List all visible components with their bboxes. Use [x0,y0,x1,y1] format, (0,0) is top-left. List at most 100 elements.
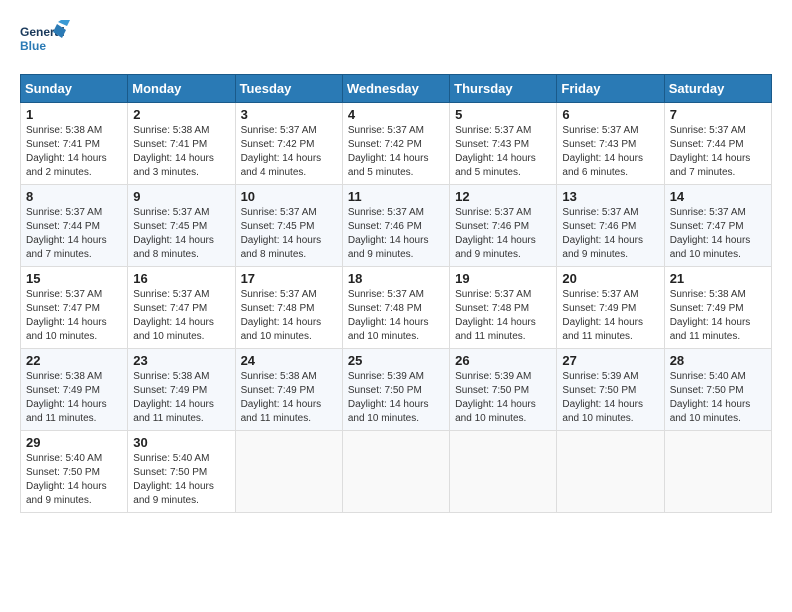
header-saturday: Saturday [664,75,771,103]
day-info: Sunrise: 5:37 AMSunset: 7:46 PMDaylight:… [348,206,444,262]
calendar-cell: 10 Sunrise: 5:37 AMSunset: 7:45 PMDaylig… [235,185,342,267]
calendar-cell [557,431,664,513]
day-info: Sunrise: 5:37 AMSunset: 7:43 PMDaylight:… [455,124,551,180]
day-number: 7 [670,107,766,122]
day-number: 28 [670,353,766,368]
calendar-cell: 3 Sunrise: 5:37 AMSunset: 7:42 PMDayligh… [235,103,342,185]
calendar-cell: 29 Sunrise: 5:40 AMSunset: 7:50 PMDaylig… [21,431,128,513]
calendar-cell: 27 Sunrise: 5:39 AMSunset: 7:50 PMDaylig… [557,349,664,431]
day-info: Sunrise: 5:37 AMSunset: 7:49 PMDaylight:… [562,288,658,344]
day-info: Sunrise: 5:38 AMSunset: 7:49 PMDaylight:… [26,370,122,426]
day-number: 30 [133,435,229,450]
logo-svg: General Blue [20,20,70,64]
header-sunday: Sunday [21,75,128,103]
header-row: Sunday Monday Tuesday Wednesday Thursday… [21,75,772,103]
calendar-cell: 1 Sunrise: 5:38 AMSunset: 7:41 PMDayligh… [21,103,128,185]
day-info: Sunrise: 5:38 AMSunset: 7:41 PMDaylight:… [26,124,122,180]
calendar-cell: 14 Sunrise: 5:37 AMSunset: 7:47 PMDaylig… [664,185,771,267]
header-tuesday: Tuesday [235,75,342,103]
day-info: Sunrise: 5:37 AMSunset: 7:42 PMDaylight:… [348,124,444,180]
calendar-cell: 7 Sunrise: 5:37 AMSunset: 7:44 PMDayligh… [664,103,771,185]
calendar-cell: 24 Sunrise: 5:38 AMSunset: 7:49 PMDaylig… [235,349,342,431]
day-number: 15 [26,271,122,286]
calendar-cell: 13 Sunrise: 5:37 AMSunset: 7:46 PMDaylig… [557,185,664,267]
day-info: Sunrise: 5:38 AMSunset: 7:49 PMDaylight:… [133,370,229,426]
day-info: Sunrise: 5:37 AMSunset: 7:44 PMDaylight:… [670,124,766,180]
day-number: 24 [241,353,337,368]
calendar-cell: 2 Sunrise: 5:38 AMSunset: 7:41 PMDayligh… [128,103,235,185]
calendar-week-3: 15 Sunrise: 5:37 AMSunset: 7:47 PMDaylig… [21,267,772,349]
day-number: 25 [348,353,444,368]
svg-text:Blue: Blue [20,39,46,53]
day-info: Sunrise: 5:39 AMSunset: 7:50 PMDaylight:… [455,370,551,426]
day-number: 22 [26,353,122,368]
calendar-cell: 12 Sunrise: 5:37 AMSunset: 7:46 PMDaylig… [450,185,557,267]
day-info: Sunrise: 5:39 AMSunset: 7:50 PMDaylight:… [562,370,658,426]
day-number: 29 [26,435,122,450]
header-friday: Friday [557,75,664,103]
calendar-cell: 16 Sunrise: 5:37 AMSunset: 7:47 PMDaylig… [128,267,235,349]
calendar-cell [342,431,449,513]
day-info: Sunrise: 5:37 AMSunset: 7:47 PMDaylight:… [670,206,766,262]
header-wednesday: Wednesday [342,75,449,103]
calendar-cell: 15 Sunrise: 5:37 AMSunset: 7:47 PMDaylig… [21,267,128,349]
day-number: 8 [26,189,122,204]
calendar-cell: 25 Sunrise: 5:39 AMSunset: 7:50 PMDaylig… [342,349,449,431]
calendar-cell: 4 Sunrise: 5:37 AMSunset: 7:42 PMDayligh… [342,103,449,185]
day-number: 13 [562,189,658,204]
day-info: Sunrise: 5:38 AMSunset: 7:41 PMDaylight:… [133,124,229,180]
calendar-cell: 17 Sunrise: 5:37 AMSunset: 7:48 PMDaylig… [235,267,342,349]
day-number: 4 [348,107,444,122]
page-header: General Blue [20,20,772,64]
day-info: Sunrise: 5:40 AMSunset: 7:50 PMDaylight:… [133,452,229,508]
day-number: 14 [670,189,766,204]
calendar-header: Sunday Monday Tuesday Wednesday Thursday… [21,75,772,103]
calendar-cell [450,431,557,513]
day-number: 23 [133,353,229,368]
logo: General Blue [20,20,70,64]
day-number: 12 [455,189,551,204]
day-info: Sunrise: 5:37 AMSunset: 7:48 PMDaylight:… [241,288,337,344]
day-number: 2 [133,107,229,122]
calendar-cell: 18 Sunrise: 5:37 AMSunset: 7:48 PMDaylig… [342,267,449,349]
day-info: Sunrise: 5:37 AMSunset: 7:46 PMDaylight:… [562,206,658,262]
calendar-cell: 30 Sunrise: 5:40 AMSunset: 7:50 PMDaylig… [128,431,235,513]
calendar-body: 1 Sunrise: 5:38 AMSunset: 7:41 PMDayligh… [21,103,772,513]
day-info: Sunrise: 5:37 AMSunset: 7:46 PMDaylight:… [455,206,551,262]
day-info: Sunrise: 5:40 AMSunset: 7:50 PMDaylight:… [670,370,766,426]
calendar-cell: 9 Sunrise: 5:37 AMSunset: 7:45 PMDayligh… [128,185,235,267]
day-info: Sunrise: 5:38 AMSunset: 7:49 PMDaylight:… [241,370,337,426]
day-info: Sunrise: 5:37 AMSunset: 7:45 PMDaylight:… [241,206,337,262]
day-info: Sunrise: 5:37 AMSunset: 7:48 PMDaylight:… [455,288,551,344]
day-number: 27 [562,353,658,368]
day-info: Sunrise: 5:37 AMSunset: 7:44 PMDaylight:… [26,206,122,262]
day-info: Sunrise: 5:37 AMSunset: 7:47 PMDaylight:… [26,288,122,344]
calendar-cell: 5 Sunrise: 5:37 AMSunset: 7:43 PMDayligh… [450,103,557,185]
calendar-cell: 8 Sunrise: 5:37 AMSunset: 7:44 PMDayligh… [21,185,128,267]
calendar-cell: 23 Sunrise: 5:38 AMSunset: 7:49 PMDaylig… [128,349,235,431]
day-number: 17 [241,271,337,286]
calendar-cell: 6 Sunrise: 5:37 AMSunset: 7:43 PMDayligh… [557,103,664,185]
calendar-cell: 26 Sunrise: 5:39 AMSunset: 7:50 PMDaylig… [450,349,557,431]
day-info: Sunrise: 5:38 AMSunset: 7:49 PMDaylight:… [670,288,766,344]
day-info: Sunrise: 5:40 AMSunset: 7:50 PMDaylight:… [26,452,122,508]
day-info: Sunrise: 5:37 AMSunset: 7:48 PMDaylight:… [348,288,444,344]
calendar-week-5: 29 Sunrise: 5:40 AMSunset: 7:50 PMDaylig… [21,431,772,513]
day-number: 1 [26,107,122,122]
calendar-table: Sunday Monday Tuesday Wednesday Thursday… [20,74,772,513]
day-number: 26 [455,353,551,368]
calendar-cell: 21 Sunrise: 5:38 AMSunset: 7:49 PMDaylig… [664,267,771,349]
calendar-week-2: 8 Sunrise: 5:37 AMSunset: 7:44 PMDayligh… [21,185,772,267]
day-number: 19 [455,271,551,286]
day-number: 21 [670,271,766,286]
day-number: 6 [562,107,658,122]
header-monday: Monday [128,75,235,103]
header-thursday: Thursday [450,75,557,103]
day-info: Sunrise: 5:37 AMSunset: 7:43 PMDaylight:… [562,124,658,180]
calendar-cell [235,431,342,513]
day-number: 9 [133,189,229,204]
calendar-week-1: 1 Sunrise: 5:38 AMSunset: 7:41 PMDayligh… [21,103,772,185]
day-number: 16 [133,271,229,286]
day-number: 10 [241,189,337,204]
day-number: 3 [241,107,337,122]
